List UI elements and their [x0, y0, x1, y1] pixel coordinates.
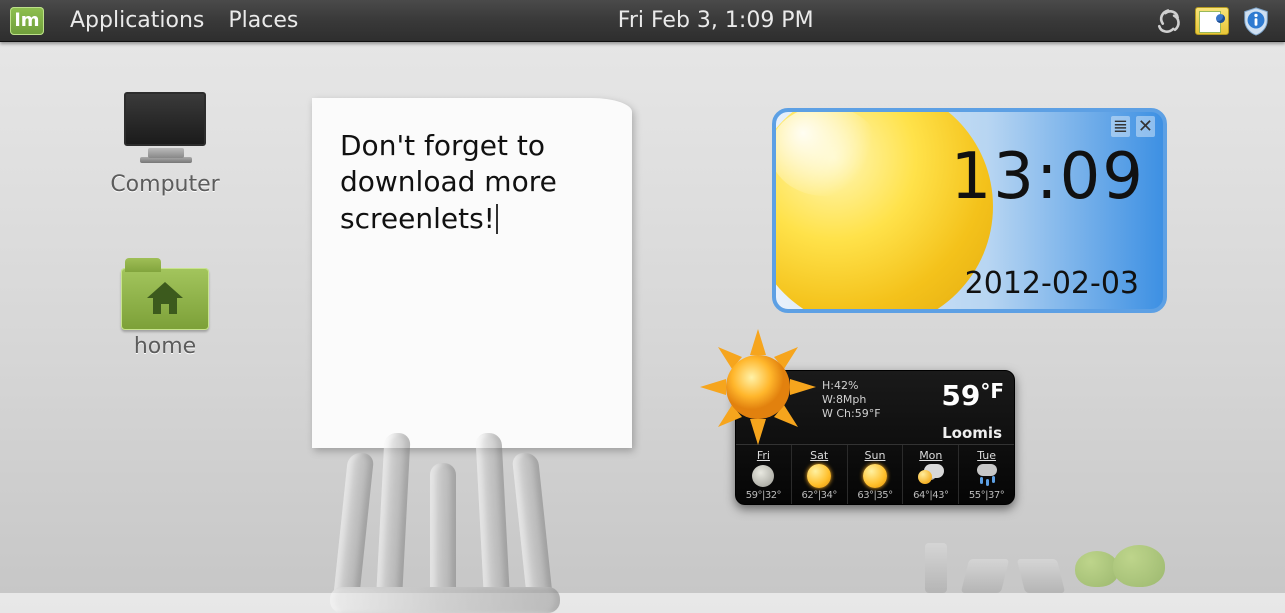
mint-menu-icon[interactable]: lm	[10, 7, 44, 35]
computer-label: Computer	[95, 172, 235, 197]
forecast-day[interactable]: Sun 63°|35°	[848, 445, 904, 504]
folder-icon	[121, 268, 209, 330]
forecast-day[interactable]: Tue 55°|37°	[959, 445, 1014, 504]
forecast-rain-icon	[959, 462, 1014, 490]
forecast-sun-icon	[848, 462, 903, 490]
weather-screenlet[interactable]: H:42% W:8Mph W Ch:59°F 59°F Loomis Fri59…	[735, 370, 1015, 505]
clock-screenlet[interactable]: ≣ ✕ 13:09 2012-02-03	[772, 108, 1167, 313]
home-desktop-icon[interactable]: home	[95, 268, 235, 359]
clock-options-icon[interactable]: ≣	[1111, 116, 1130, 137]
forecast-sun-icon	[792, 462, 847, 490]
info-shield-tray-icon[interactable]	[1239, 6, 1273, 36]
panel-clock[interactable]: Fri Feb 3, 1:09 PM	[618, 8, 844, 33]
sticky-note-screenlet[interactable]: Don't forget to download more screenlets…	[312, 98, 632, 448]
clock-time: 13:09	[951, 140, 1145, 214]
text-cursor	[496, 204, 498, 234]
forecast-day-name: Sat	[792, 449, 847, 462]
clock-close-icon[interactable]: ✕	[1136, 116, 1155, 137]
big-sun-icon	[698, 327, 818, 447]
forecast-hilo: 59°|32°	[736, 490, 791, 501]
applications-menu[interactable]: Applications	[58, 8, 216, 33]
forecast-hilo: 63°|35°	[848, 490, 903, 501]
weather-temp: 59°F	[941, 379, 1004, 412]
wallpaper-decoration-right	[925, 523, 1185, 593]
calendar-tray-icon[interactable]	[1195, 6, 1229, 36]
forecast-day-name: Mon	[903, 449, 958, 462]
forecast-hilo: 55°|37°	[959, 490, 1014, 501]
system-tray	[1151, 6, 1285, 36]
weather-wind: W:8Mph	[822, 393, 881, 407]
home-label: home	[95, 334, 235, 359]
weather-humidity: H:42%	[822, 379, 881, 393]
clock-date: 2012-02-03	[965, 266, 1139, 301]
forecast-day[interactable]: Mon 64°|43°	[903, 445, 959, 504]
forecast-row: Fri 59°|32° Sat 62°|34° Sun 63°|35° Mon 64°|43°…	[736, 444, 1014, 504]
swirl-tray-icon[interactable]	[1151, 6, 1185, 36]
forecast-day[interactable]: Sat 62°|34°	[792, 445, 848, 504]
weather-windchill: W Ch:59°F	[822, 407, 881, 421]
forecast-day-name: Tue	[959, 449, 1014, 462]
monitor-icon	[124, 92, 206, 146]
forecast-hilo: 64°|43°	[903, 490, 958, 501]
places-menu[interactable]: Places	[216, 8, 310, 33]
forecast-moon-icon	[736, 462, 791, 490]
sticky-note-text: Don't forget to download more screenlets…	[340, 129, 557, 235]
weather-stats: H:42% W:8Mph W Ch:59°F	[822, 379, 881, 420]
forecast-partlycloudy-icon	[903, 462, 958, 490]
computer-desktop-icon[interactable]: Computer	[95, 92, 235, 197]
wallpaper-decoration	[330, 423, 690, 613]
top-panel: lm Applications Places Fri Feb 3, 1:09 P…	[0, 0, 1285, 42]
forecast-day-name: Sun	[848, 449, 903, 462]
forecast-day-name: Fri	[736, 449, 791, 462]
forecast-hilo: 62°|34°	[792, 490, 847, 501]
forecast-day[interactable]: Fri 59°|32°	[736, 445, 792, 504]
home-icon	[143, 278, 187, 318]
